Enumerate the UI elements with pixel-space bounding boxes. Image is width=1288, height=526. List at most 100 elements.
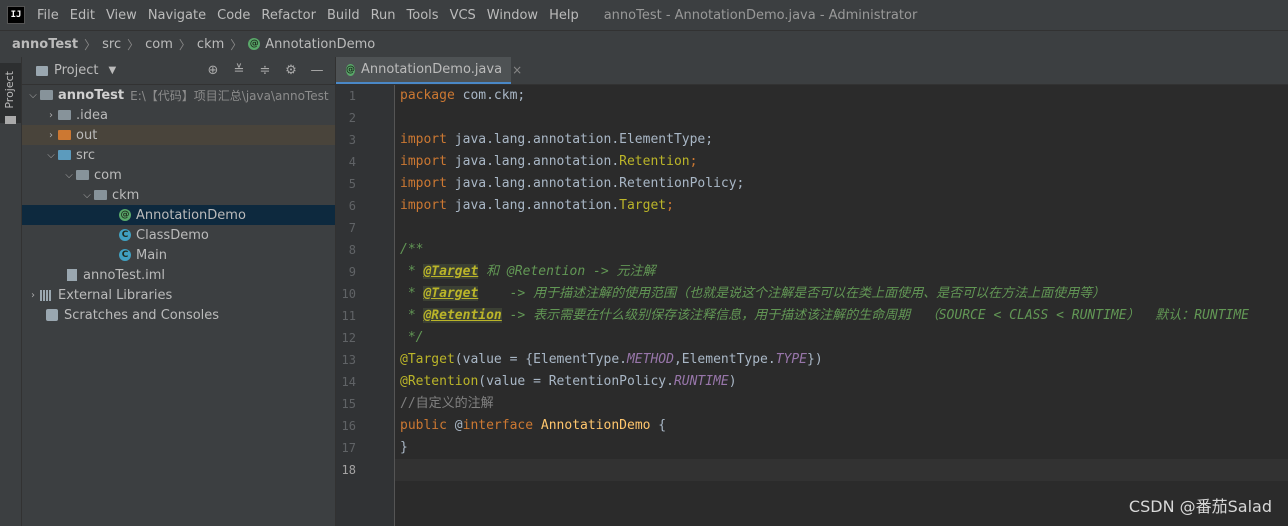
code-line-16: public @interface AnnotationDemo { <box>400 415 666 437</box>
tab-label: AnnotationDemo.java <box>361 62 503 77</box>
chevron-down-icon[interactable]: ▼ <box>108 65 116 76</box>
code-text: (value = {ElementType. <box>454 352 627 367</box>
tree-item-annotest[interactable]: ⌵ annoTest E:\【代码】项目汇总\java\annoTest <box>22 85 335 105</box>
menu-tools[interactable]: Tools <box>407 8 439 23</box>
breadcrumb-annotationdemo[interactable]: AnnotationDemo <box>265 37 375 52</box>
window-title: annoTest - AnnotationDemo.java - Adminis… <box>603 7 918 23</box>
close-icon[interactable]: × <box>512 63 522 77</box>
breadcrumb-annotest[interactable]: annoTest <box>12 37 78 52</box>
keyword: interface <box>462 418 534 433</box>
chevron-right-icon[interactable]: › <box>44 130 58 141</box>
line-number-current: 18 <box>341 463 356 477</box>
code-editor[interactable]: package com.ckm; import java.lang.annota… <box>395 85 1288 526</box>
tree-item-label: out <box>76 127 98 143</box>
excluded-folder-icon <box>58 130 71 140</box>
minimize-icon[interactable]: — <box>309 63 325 78</box>
doc-tag: @Target <box>423 286 479 301</box>
line-number: 7 <box>348 221 356 235</box>
code-line-6: import java.lang.annotation.Target; <box>400 195 674 217</box>
annotation-icon: @ <box>346 63 355 76</box>
folder-icon <box>5 116 16 124</box>
tab-annotationdemo-java[interactable]: @ AnnotationDemo.java × <box>336 57 522 84</box>
chevron-down-icon[interactable]: ⌵ <box>62 170 76 181</box>
tree-item-out[interactable]: › out <box>22 125 335 145</box>
tree-item-idea[interactable]: › .idea <box>22 105 335 125</box>
enum-constant: RUNTIME <box>673 374 729 389</box>
code-line-13: @Target(value = {ElementType.METHOD,Elem… <box>400 349 823 371</box>
keyword: package <box>400 88 455 103</box>
editor-tab-bar: @ AnnotationDemo.java × <box>336 57 1288 85</box>
breadcrumb-src[interactable]: src <box>102 37 121 52</box>
tree-item-classdemo[interactable]: C ClassDemo <box>22 225 335 245</box>
breadcrumb-ckm[interactable]: ckm <box>197 37 224 52</box>
chevron-down-icon[interactable]: ⌵ <box>80 190 94 201</box>
iml-file-icon <box>67 269 77 281</box>
code-text: ) <box>728 374 737 389</box>
tree-item-annotationdemo[interactable]: @ AnnotationDemo <box>22 205 335 225</box>
doc-text: 和 @Retention -> 元注解 <box>478 264 656 279</box>
menu-file[interactable]: File <box>37 8 59 23</box>
line-number: 10 <box>341 287 356 301</box>
project-view-selector[interactable]: Project <box>54 63 98 78</box>
line-number: 13 <box>341 353 356 367</box>
tree-item-path: E:\【代码】项目汇总\java\annoTest <box>130 88 329 103</box>
tree-item-ckm[interactable]: ⌵ ckm <box>22 185 335 205</box>
code-line-5: import java.lang.annotation.RetentionPol… <box>400 173 744 195</box>
code-text: ,ElementType. <box>673 352 776 367</box>
tree-item-src[interactable]: ⌵ src <box>22 145 335 165</box>
gear-icon[interactable]: ⚙ <box>283 63 299 78</box>
watermark: CSDN @番茄Salad <box>1128 497 1272 516</box>
menu-help[interactable]: Help <box>549 8 579 23</box>
menu-navigate[interactable]: Navigate <box>148 8 206 23</box>
tree-item-main[interactable]: C Main <box>22 245 335 265</box>
tree-item-com[interactable]: ⌵ com <box>22 165 335 185</box>
collapse-all-icon[interactable]: ≚ <box>231 63 247 78</box>
enum-constant: TYPE <box>775 352 808 367</box>
chevron-down-icon[interactable]: ⌵ <box>26 90 40 101</box>
menu-edit[interactable]: Edit <box>70 8 95 23</box>
menu-bar: IJ File Edit View Navigate Code Refactor… <box>0 0 1288 30</box>
menu-build[interactable]: Build <box>327 8 360 23</box>
line-number: 12 <box>341 331 356 345</box>
menu-window[interactable]: Window <box>487 8 538 23</box>
keyword: import <box>400 176 447 191</box>
tree-item-label: annoTest.iml <box>83 267 166 283</box>
line-number: 3 <box>348 133 356 147</box>
code-text: java.lang.annotation. <box>446 154 620 169</box>
line-number: 6 <box>348 199 356 213</box>
chevron-down-icon[interactable]: ⌵ <box>44 150 58 161</box>
project-tree: ⌵ annoTest E:\【代码】项目汇总\java\annoTest › .… <box>22 85 335 325</box>
code-text: java.lang.annotation.RetentionPolicy; <box>446 176 745 191</box>
tree-item-scratches[interactable]: Scratches and Consoles <box>22 305 335 325</box>
tree-item-label: src <box>76 147 95 163</box>
tree-item-label: ClassDemo <box>136 227 209 243</box>
line-number: 16 <box>341 419 356 433</box>
chevron-right-icon[interactable]: › <box>26 290 40 301</box>
chevron-right-icon: 〉 <box>178 37 191 52</box>
line-number: 17 <box>341 441 356 455</box>
tree-item-label: ckm <box>112 187 140 203</box>
project-tool-tab[interactable]: Project <box>0 63 21 124</box>
tree-item-iml[interactable]: annoTest.iml <box>22 265 335 285</box>
menu-vcs[interactable]: VCS <box>450 8 476 23</box>
menu-view[interactable]: View <box>106 8 137 23</box>
source-folder-icon <box>58 150 71 160</box>
menu-refactor[interactable]: Refactor <box>261 8 316 23</box>
chevron-right-icon: 〉 <box>127 37 140 52</box>
tree-item-label: Main <box>136 247 168 263</box>
enum-constant: METHOD <box>626 352 674 367</box>
menu-code[interactable]: Code <box>217 8 250 23</box>
target-icon[interactable]: ⊕ <box>205 63 221 78</box>
breadcrumb-com[interactable]: com <box>145 37 173 52</box>
menu-run[interactable]: Run <box>371 8 396 23</box>
chevron-right-icon[interactable]: › <box>44 110 58 121</box>
annotation-name: Target <box>619 198 667 213</box>
library-icon <box>40 289 52 301</box>
folder-icon <box>36 65 48 76</box>
class-icon: C <box>119 229 131 241</box>
expand-icon[interactable]: ≑ <box>257 63 273 78</box>
tree-item-external-libraries[interactable]: › External Libraries <box>22 285 335 305</box>
tree-item-label: .idea <box>76 107 108 123</box>
code-text: @ <box>446 418 463 433</box>
tree-item-label: Scratches and Consoles <box>64 307 220 323</box>
